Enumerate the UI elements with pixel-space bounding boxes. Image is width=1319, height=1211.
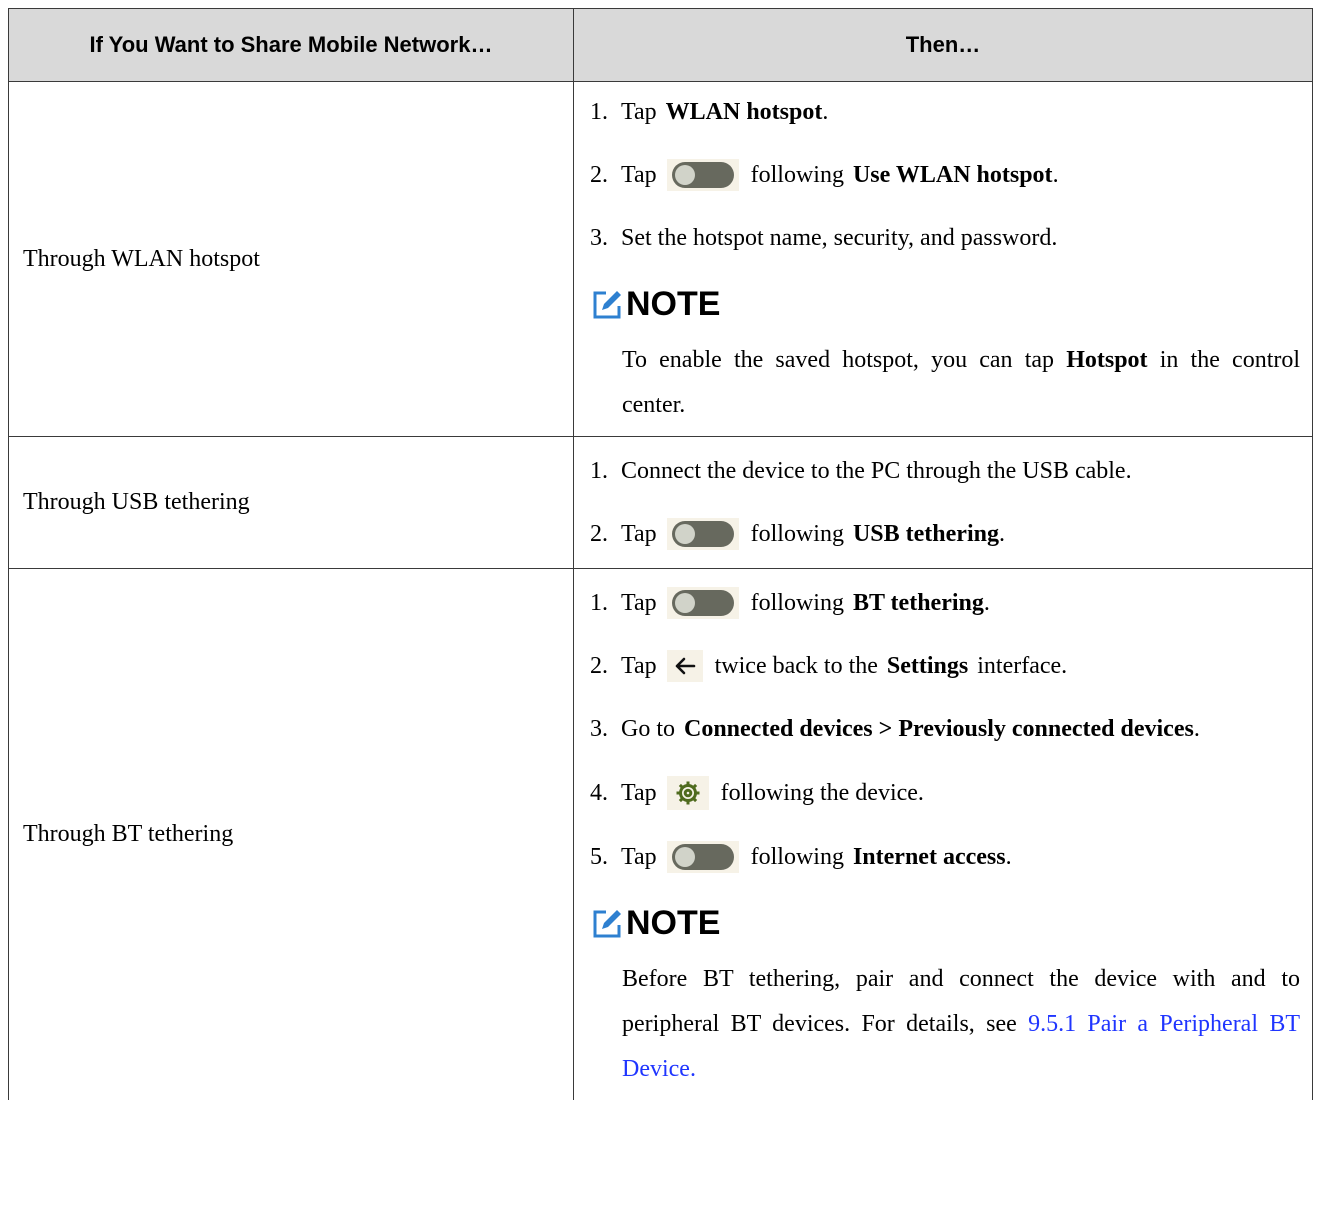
sharing-methods-table: If You Want to Share Mobile Network… The… <box>8 8 1313 1100</box>
step-item: 3. Go to Connected devices > Previously … <box>590 713 1300 745</box>
step-item: 5. Tap following Internet access . <box>590 841 1300 873</box>
table-row-usb: Through USB tethering 1. Connect the dev… <box>8 436 1313 569</box>
step-text: Tap <box>621 99 657 125</box>
ui-label-internet-access: Internet access <box>852 844 1006 870</box>
step-text: Tap <box>621 521 657 547</box>
step-text: Tap <box>621 653 657 679</box>
step-number: 2. <box>590 162 608 188</box>
ui-label-connected-devices-path: Connected devices > Previously connected… <box>684 716 1194 742</box>
step-number: 1. <box>590 590 608 616</box>
step-number: 1. <box>590 458 608 484</box>
note-title: NOTE <box>626 904 721 942</box>
method-label-bt: Through BT tethering <box>8 568 574 1100</box>
step-number: 5. <box>590 844 608 870</box>
note-pencil-icon <box>593 290 621 318</box>
table-row-bt: Through BT tethering 1. Tap following BT… <box>8 568 1313 1100</box>
step-item: 2. Tap following Use WLAN hotspot . <box>590 159 1300 191</box>
step-text: Tap <box>621 162 657 188</box>
step-number: 4. <box>590 780 608 806</box>
step-item: 4. Tap following the device. <box>590 776 1300 810</box>
step-number: 3. <box>590 225 608 251</box>
note-body: Before BT tethering, pair and connect th… <box>622 966 1300 1082</box>
table-header-row: If You Want to Share Mobile Network… The… <box>8 8 1313 82</box>
step-number: 1. <box>590 99 608 125</box>
step-item: 3. Set the hotspot name, security, and p… <box>590 222 1300 254</box>
ui-label-wlan-hotspot: WLAN hotspot <box>665 99 823 125</box>
header-method: If You Want to Share Mobile Network… <box>8 8 574 82</box>
ui-label-hotspot: Hotspot <box>1066 347 1148 373</box>
header-steps: Then… <box>573 8 1313 82</box>
table-row-wlan: Through WLAN hotspot 1. Tap WLAN hotspot… <box>8 81 1313 437</box>
step-text: Go to <box>621 716 675 742</box>
steps-cell-wlan: 1. Tap WLAN hotspot . 2. Tap following U… <box>573 81 1313 437</box>
step-number: 2. <box>590 653 608 679</box>
step-text: Tap <box>621 780 657 806</box>
step-number: 2. <box>590 521 608 547</box>
step-item: 1. Connect the device to the PC through … <box>590 455 1300 487</box>
note-body: To enable the saved hotspot, you can tap… <box>622 347 1301 418</box>
toggle-switch-icon <box>666 587 739 619</box>
method-label-wlan: Through WLAN hotspot <box>8 81 574 437</box>
step-item: 2. Tap twice back to the Settings interf… <box>590 650 1300 682</box>
note-heading: NOTE <box>590 904 1300 943</box>
gear-icon <box>666 776 709 810</box>
method-label-usb: Through USB tethering <box>8 436 574 569</box>
step-item: 1. Tap following BT tethering . <box>590 587 1300 619</box>
back-arrow-icon <box>666 650 703 682</box>
ui-label-use-wlan-hotspot: Use WLAN hotspot <box>852 162 1053 188</box>
toggle-switch-icon <box>666 159 739 191</box>
note-heading: NOTE <box>590 285 1300 324</box>
steps-cell-usb: 1. Connect the device to the PC through … <box>573 436 1313 569</box>
step-number: 3. <box>590 716 608 742</box>
ui-label-settings: Settings <box>886 653 969 679</box>
toggle-switch-icon <box>666 841 739 873</box>
step-text: Connect the device to the PC through the… <box>621 458 1132 484</box>
step-text: Set the hotspot name, security, and pass… <box>621 225 1058 251</box>
note-title: NOTE <box>626 285 721 323</box>
step-item: 1. Tap WLAN hotspot . <box>590 96 1300 128</box>
ui-label-bt-tethering: BT tethering <box>852 590 984 616</box>
ui-label-usb-tethering: USB tethering <box>852 521 999 547</box>
step-item: 2. Tap following USB tethering . <box>590 518 1300 550</box>
step-text: Tap <box>621 844 657 870</box>
steps-cell-bt: 1. Tap following BT tethering . 2. Tap t… <box>573 568 1313 1100</box>
step-text: Tap <box>621 590 657 616</box>
toggle-switch-icon <box>666 518 739 550</box>
note-pencil-icon <box>593 909 621 937</box>
